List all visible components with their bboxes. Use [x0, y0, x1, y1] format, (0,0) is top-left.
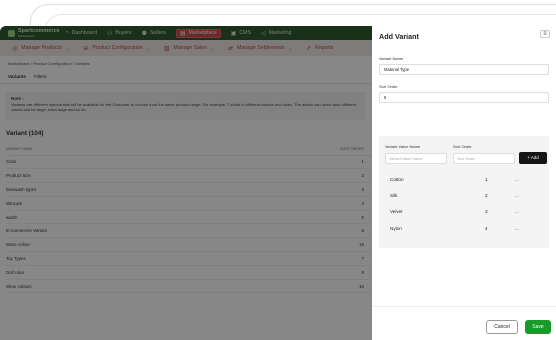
value-name: Cotton [390, 177, 404, 182]
variant-name-label: Variant Name [379, 56, 404, 61]
value-name: Velvet [390, 209, 403, 214]
value-order-input[interactable]: Sort Order [453, 153, 515, 164]
variant-values-box: Variant Value Name Sort Order Variant Va… [379, 136, 549, 248]
panel-title: Add Variant [379, 32, 419, 41]
value-name: Silk [390, 193, 398, 198]
value-name: Nylon [390, 226, 402, 231]
sort-order-label: Sort Order [379, 84, 398, 89]
value-row: Cotton 1 ... [379, 173, 549, 187]
cancel-button[interactable]: Cancel [486, 320, 518, 334]
value-row: Velvet 3 ... [379, 205, 549, 219]
more-options-icon[interactable]: ... [515, 177, 519, 182]
value-order: 2 [485, 193, 488, 198]
panel-footer: Cancel Save [372, 306, 556, 340]
close-icon[interactable]: ≡ [540, 30, 550, 38]
value-row: Nylon 4 ... [379, 222, 549, 236]
more-options-icon[interactable]: ... [515, 209, 519, 214]
value-order-header: Sort Order [453, 144, 472, 149]
value-order: 1 [485, 177, 488, 182]
more-options-icon[interactable]: ... [515, 193, 519, 198]
add-value-button[interactable]: + Add [519, 152, 547, 164]
value-name-header: Variant Value Name [385, 144, 421, 149]
window-frame [0, 0, 556, 54]
value-order: 4 [485, 226, 488, 231]
variant-name-input[interactable]: Material Type [379, 64, 549, 75]
more-options-icon[interactable]: ... [515, 226, 519, 231]
value-name-input[interactable]: Variant Value Name [385, 153, 447, 164]
save-button[interactable]: Save [525, 320, 551, 334]
modal-backdrop[interactable] [0, 26, 372, 340]
sort-order-input[interactable]: 5 [379, 92, 549, 103]
value-order: 3 [485, 209, 488, 214]
value-row: Silk 2 ... [379, 189, 549, 203]
add-variant-panel: Add Variant ≡ Variant Name Material Type… [372, 26, 556, 340]
